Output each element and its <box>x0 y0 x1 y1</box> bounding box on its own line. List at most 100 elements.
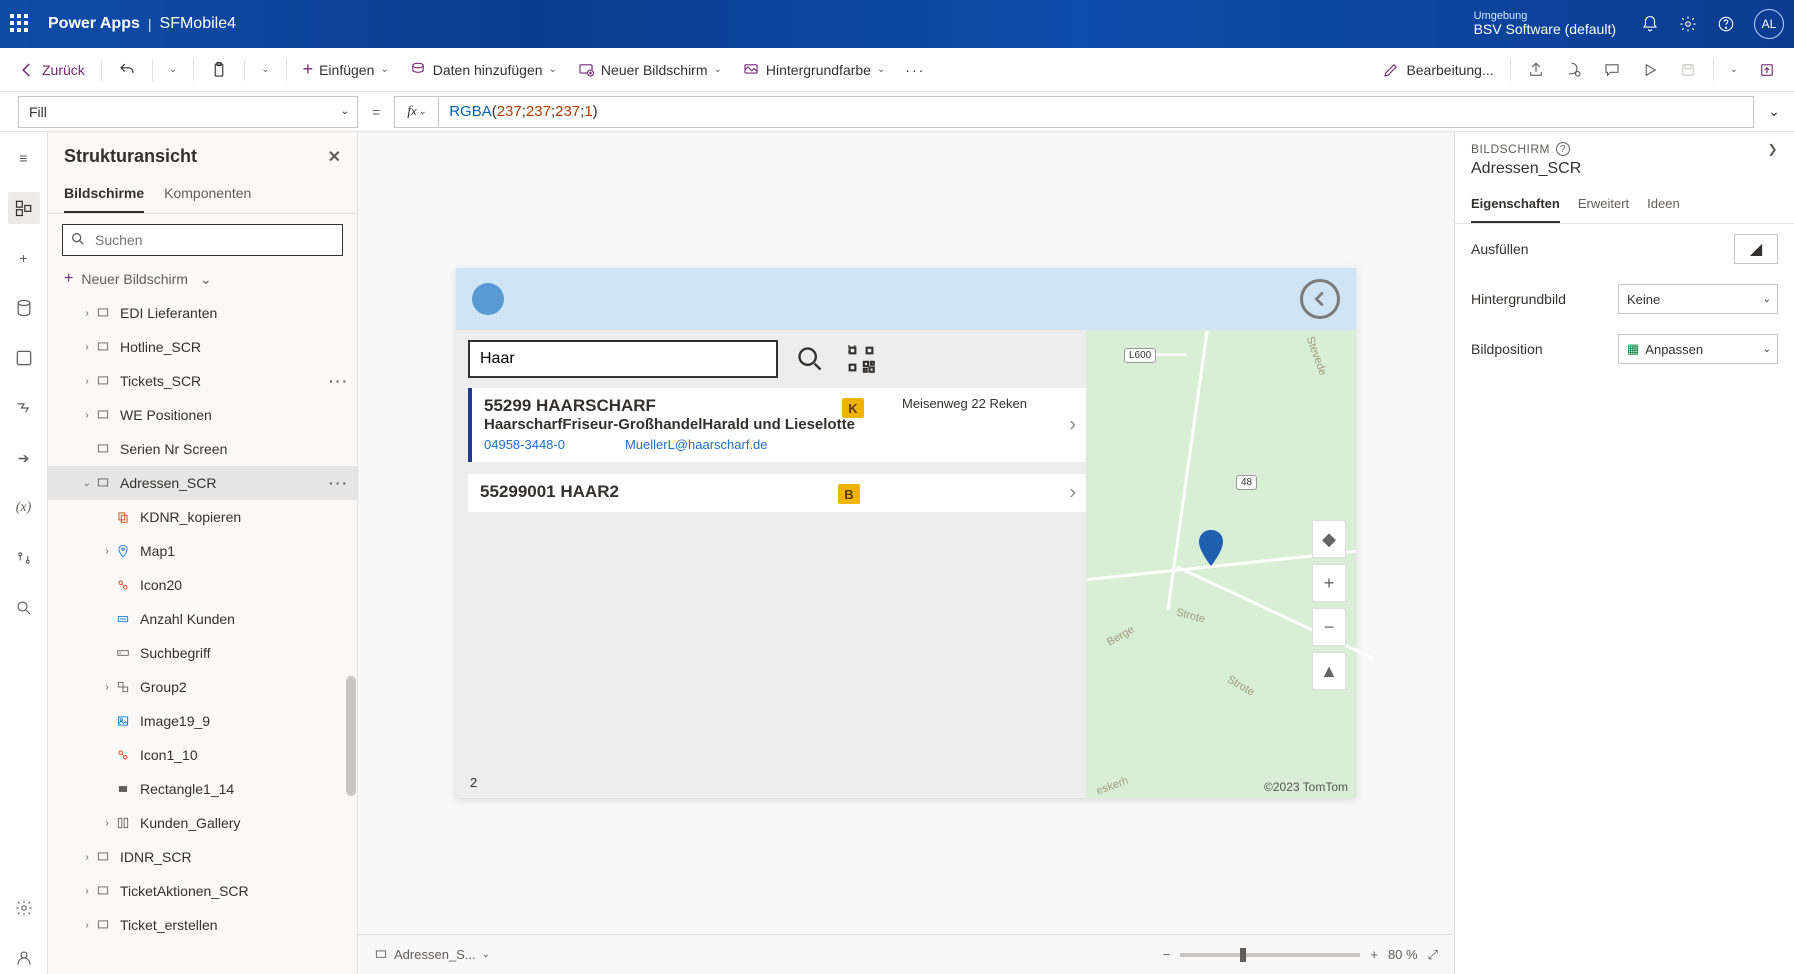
tree-node[interactable]: ›Hotline_SCR <box>48 330 357 364</box>
app-qr-icon[interactable] <box>842 340 880 378</box>
tab-properties[interactable]: Eigenschaften <box>1471 188 1560 223</box>
tree-node[interactable]: Serien Nr Screen <box>48 432 357 466</box>
comments-button[interactable] <box>1595 57 1629 83</box>
notifications-icon[interactable] <box>1640 14 1660 34</box>
tree-node[interactable]: ⌄Adressen_SCR··· <box>48 466 357 500</box>
rail-data-icon[interactable] <box>8 292 40 324</box>
tree-caret-icon[interactable]: › <box>80 342 94 353</box>
preview-button[interactable] <box>1633 57 1667 83</box>
rail-tools-icon[interactable] <box>8 542 40 574</box>
breadcrumb[interactable]: Adressen_S... ⌄ <box>374 947 490 962</box>
rail-search-icon[interactable] <box>8 592 40 624</box>
tab-screens[interactable]: Bildschirme <box>64 179 144 213</box>
tree-node[interactable]: ›Tickets_SCR··· <box>48 364 357 398</box>
app-checker-button[interactable] <box>1557 57 1591 83</box>
tree-node[interactable]: Suchbegriff <box>48 636 357 670</box>
rail-media-icon[interactable] <box>8 342 40 374</box>
prop-imgpos-select[interactable]: ▦ Anpassen ⌄ <box>1618 334 1778 364</box>
rail-hamburger-icon[interactable]: ≡ <box>8 142 40 174</box>
item-email[interactable]: MuellerL@haarscharf.de <box>625 437 768 452</box>
undo-split-button[interactable]: ⌄ <box>161 60 185 79</box>
app-list-item[interactable]: 55299 HAARSCHARFHaarscharfFriseur-Großha… <box>468 388 1086 462</box>
app-list-item[interactable]: 55299001 HAAR2B› <box>468 474 1086 512</box>
zoom-slider[interactable] <box>1180 953 1360 957</box>
user-avatar[interactable]: AL <box>1754 9 1784 39</box>
tree-node[interactable]: ›IDNR_SCR <box>48 840 357 874</box>
tree-caret-icon[interactable]: › <box>80 852 94 863</box>
tree-node[interactable]: Icon20 <box>48 568 357 602</box>
tree-caret-icon[interactable]: › <box>80 920 94 931</box>
tree-node[interactable]: Icon1_10 <box>48 738 357 772</box>
bg-color-button[interactable]: Hintergrundfarbe ⌄ <box>734 57 893 83</box>
new-screen-button[interactable]: + Neuer Bildschirm ⌄ <box>48 266 357 296</box>
environment-picker[interactable]: Umgebung BSV Software (default) <box>1474 10 1616 37</box>
tree-node[interactable]: Anzahl Kunden <box>48 602 357 636</box>
tree-caret-icon[interactable]: › <box>100 682 114 693</box>
close-icon[interactable]: ✕ <box>328 147 341 167</box>
zoom-in-button[interactable]: + <box>1370 947 1378 962</box>
zoom-out-button[interactable]: − <box>1163 947 1171 962</box>
app-map[interactable]: Stevede Berge Strote Strote eskerh L600 … <box>1086 330 1356 798</box>
back-button[interactable]: Zurück <box>10 57 93 83</box>
waffle-icon[interactable] <box>10 14 30 34</box>
prop-bgimage-select[interactable]: Keine ⌄ <box>1618 284 1778 314</box>
tree-node[interactable]: Rectangle1_14 <box>48 772 357 806</box>
map-locate-button[interactable]: ◆ <box>1312 520 1346 558</box>
settings-icon[interactable] <box>1678 14 1698 34</box>
tree-caret-icon[interactable]: › <box>80 410 94 421</box>
tree-caret-icon[interactable]: › <box>80 308 94 319</box>
item-phone[interactable]: 04958-3448-0 <box>484 437 565 452</box>
tab-components[interactable]: Komponenten <box>164 179 251 213</box>
tree-node[interactable]: Image19_9 <box>48 704 357 738</box>
overflow-button[interactable]: ··· <box>897 58 933 82</box>
tree-node[interactable]: KDNR_kopieren <box>48 500 357 534</box>
undo-button[interactable] <box>110 57 144 83</box>
app-search-input[interactable] <box>468 340 778 378</box>
formula-expand-button[interactable]: ⌄ <box>1754 103 1794 120</box>
share-button[interactable] <box>1519 57 1553 83</box>
save-split-button[interactable]: ⌄ <box>1722 60 1746 79</box>
rail-flow-icon[interactable]: ➔ <box>8 442 40 474</box>
tree-caret-icon[interactable]: › <box>80 376 94 387</box>
tree-search-input[interactable] <box>62 224 343 256</box>
paste-split-button[interactable]: ⌄ <box>253 60 277 79</box>
insert-button[interactable]: + Einfügen ⌄ <box>295 55 397 84</box>
rail-insert-icon[interactable]: + <box>8 242 40 274</box>
tab-ideas[interactable]: Ideen <box>1647 188 1680 223</box>
property-selector[interactable]: Fill ⌄ <box>18 96 358 128</box>
rail-variables-icon[interactable]: (x) <box>8 492 40 524</box>
rail-tree-view-icon[interactable] <box>8 192 40 224</box>
tree-node[interactable]: ›TicketAktionen_SCR <box>48 874 357 908</box>
tree-node[interactable]: ›Group2 <box>48 670 357 704</box>
rail-settings-icon[interactable] <box>8 892 40 924</box>
publish-button[interactable] <box>1750 57 1784 83</box>
new-screen-button[interactable]: Neuer Bildschirm ⌄ <box>569 57 730 83</box>
tree-node[interactable]: ›Map1 <box>48 534 357 568</box>
tree-node[interactable]: ›Kunden_Gallery <box>48 806 357 840</box>
tree-node-more-icon[interactable]: ··· <box>329 475 349 491</box>
tree-caret-icon[interactable]: › <box>100 546 114 557</box>
scrollbar-thumb[interactable] <box>346 676 356 796</box>
save-button[interactable] <box>1671 57 1705 83</box>
map-zoom-out-button[interactable]: − <box>1312 608 1346 646</box>
prop-fill-color-button[interactable]: ◢ <box>1734 234 1778 264</box>
map-pitch-button[interactable]: ▲ <box>1312 652 1346 690</box>
tree-node-more-icon[interactable]: ··· <box>329 373 349 389</box>
map-zoom-in-button[interactable]: + <box>1312 564 1346 602</box>
tree-node[interactable]: ›WE Positionen <box>48 398 357 432</box>
fx-button[interactable]: fx⌄ <box>394 96 438 128</box>
tree-caret-icon[interactable]: › <box>80 886 94 897</box>
rail-power-automate-icon[interactable] <box>8 392 40 424</box>
app-search-icon[interactable] <box>796 345 824 373</box>
fit-to-window-icon[interactable]: ⤢ <box>1428 947 1438 963</box>
rail-virtual-agent-icon[interactable] <box>8 942 40 974</box>
tree-node[interactable]: ›EDI Lieferanten <box>48 296 357 330</box>
formula-input[interactable]: RGBA(237; 237; 237; 1) <box>438 96 1754 128</box>
add-data-button[interactable]: Daten hinzufügen ⌄ <box>401 57 565 83</box>
paste-button[interactable] <box>202 57 236 83</box>
tree-caret-icon[interactable]: ⌄ <box>80 478 94 489</box>
help-icon[interactable] <box>1716 14 1736 34</box>
info-icon[interactable]: ? <box>1556 142 1570 156</box>
expand-properties-icon[interactable]: ❯ <box>1767 142 1778 156</box>
app-back-button[interactable] <box>1300 279 1340 319</box>
